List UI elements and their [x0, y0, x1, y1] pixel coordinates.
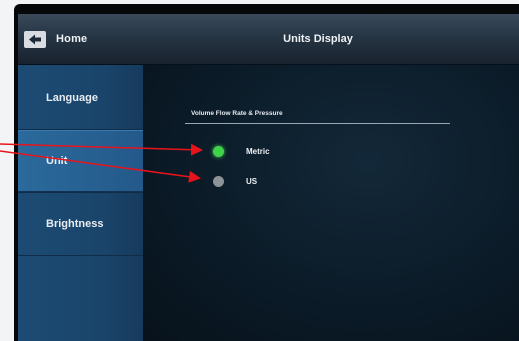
section-divider [185, 123, 450, 124]
sidebar-item-label: Unit [46, 155, 68, 167]
sidebar-item-label: Language [46, 92, 98, 104]
sidebar-item-brightness[interactable]: Brightness [18, 193, 143, 255]
option-label: US [246, 176, 258, 186]
home-icon [24, 30, 46, 48]
sidebar-divider [18, 255, 143, 256]
radio-selected-icon[interactable] [213, 145, 224, 157]
home-button[interactable]: Home [24, 24, 87, 54]
option-metric[interactable]: Metric [213, 141, 270, 161]
display-screen: Home Units Display Language Unit Brightn… [18, 14, 519, 341]
option-label: Metric [246, 146, 270, 156]
section-title: Volume Flow Rate & Pressure [191, 110, 283, 117]
home-label: Home [56, 33, 88, 45]
option-us[interactable]: US [213, 171, 257, 191]
header-bar: Home Units Display [18, 14, 519, 65]
page-title: Units Display [283, 33, 353, 45]
sidebar-item-language[interactable]: Language [18, 67, 143, 129]
radio-unselected-icon[interactable] [213, 175, 224, 187]
sidebar-item-unit[interactable]: Unit [18, 130, 143, 192]
settings-panel: Volume Flow Rate & Pressure Metric US [143, 65, 519, 341]
sidebar-item-label: Brightness [46, 218, 104, 230]
sidebar: Language Unit Brightness [18, 65, 143, 341]
